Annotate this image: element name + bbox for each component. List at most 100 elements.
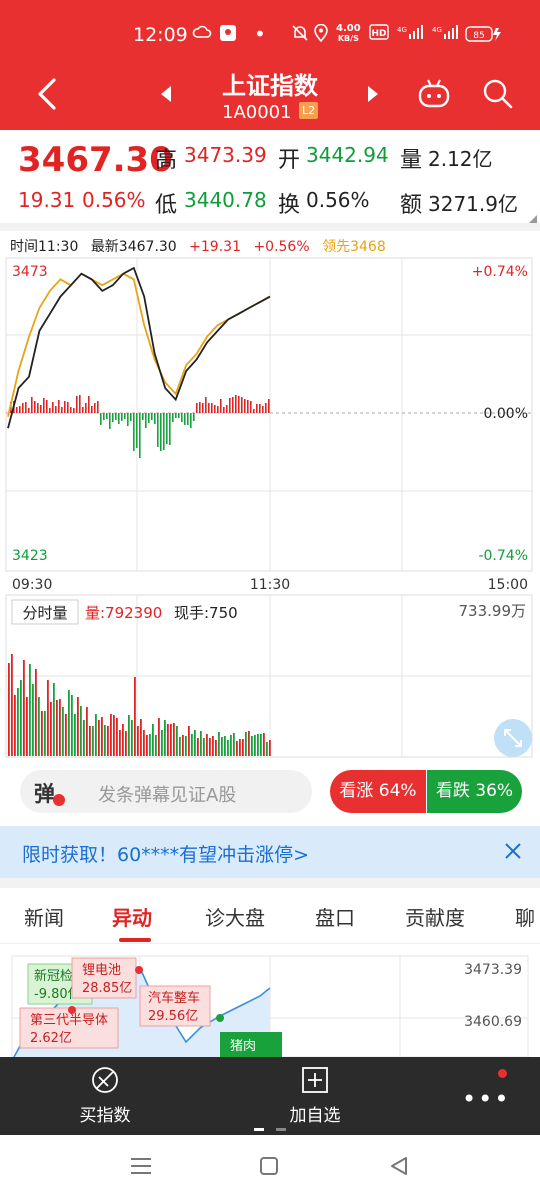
volume-bar (254, 735, 256, 756)
event-marker-3 (216, 1014, 224, 1022)
change-bar (67, 402, 69, 413)
volume-bar (224, 736, 226, 756)
volume-bar (44, 711, 46, 756)
volume-bar (11, 654, 13, 756)
volume-bar (203, 738, 205, 756)
volume-bar (269, 740, 271, 756)
volume-max-text: 733.99万 (459, 602, 527, 620)
divider-2 (0, 878, 540, 888)
volume-bar (53, 683, 55, 756)
add-watchlist-button[interactable]: 加自选 (270, 1065, 360, 1131)
home-icon[interactable] (259, 1156, 279, 1180)
volume-bar (173, 723, 175, 756)
current-hand-text: 现手:750 (174, 604, 238, 622)
volume-bar (32, 684, 34, 756)
change-bar (151, 413, 153, 420)
mute-bell-icon (292, 24, 308, 46)
y-high-label: 3473 (12, 264, 48, 280)
turnover-label: 换 (278, 193, 301, 218)
volume-bar (131, 720, 133, 756)
volume-bar (65, 714, 67, 756)
volume-bar (227, 740, 229, 756)
change-bar (157, 413, 159, 447)
bullish-button[interactable]: 看涨 64% (330, 770, 426, 813)
volume-text: 量:792390 (85, 604, 162, 622)
tab-movement[interactable]: 异动 (112, 902, 152, 931)
volume-bar (194, 730, 196, 756)
change-bar (178, 413, 180, 418)
net-speed: 4.00 KB/S (336, 24, 361, 44)
volume-chart[interactable]: 分时量 量:792390 现手:750 733.99万 (0, 594, 540, 760)
active-tab-indicator (119, 938, 151, 942)
bearish-button[interactable]: 看跌 36% (427, 770, 522, 813)
high-label: 高 (155, 148, 178, 173)
volume-bar (98, 720, 100, 756)
location-icon (314, 23, 328, 46)
intraday-price-chart[interactable]: 3473 3423 +0.74% 0.00% -0.74% 09:30 11:3… (0, 255, 540, 595)
tab-news[interactable]: 新闻 (24, 902, 64, 931)
change-bar (64, 401, 66, 413)
close-icon[interactable] (503, 841, 523, 866)
volume-bar (245, 732, 247, 756)
more-icon[interactable]: ••• (462, 1085, 510, 1113)
volume-bar (176, 726, 178, 756)
change-bar (256, 404, 258, 413)
change-bar (217, 406, 219, 413)
change-bar (148, 413, 150, 423)
volume-bar (182, 735, 184, 756)
amount-label: 额 (400, 193, 423, 218)
event-marker-1 (68, 1006, 76, 1014)
event-marker-2 (135, 966, 143, 974)
volume-bars (8, 654, 271, 756)
dot-icon: • (254, 22, 266, 46)
compass-icon (92, 1067, 118, 1093)
change-bar (166, 413, 168, 444)
change-bars (10, 395, 270, 458)
change-bar (265, 403, 267, 413)
change-bar (130, 413, 132, 421)
back-nav-icon[interactable] (389, 1156, 409, 1180)
change-bar (214, 405, 216, 413)
volume-value: 2.12亿 (428, 147, 493, 171)
svg-text:HD: HD (371, 29, 386, 39)
events-chart[interactable]: 3473.39 3460.69 新冠检测 -9.80亿 锂电池 28.85亿 汽… (0, 946, 540, 1057)
volume-bar (209, 738, 211, 756)
tab-diagnosis[interactable]: 诊大盘 (205, 902, 265, 931)
change-bar (55, 406, 57, 413)
change-bar (181, 413, 183, 422)
volume-bar (137, 726, 139, 756)
next-index-icon[interactable] (365, 84, 381, 108)
hd-icon: HD (369, 24, 389, 44)
change-bar (103, 413, 105, 420)
change-pct-text: +0.56% (253, 239, 310, 255)
change-bar (31, 397, 33, 413)
menu-icon[interactable] (130, 1157, 152, 1179)
volume-bar (215, 740, 217, 756)
change-bar (142, 413, 144, 420)
change-bar (229, 398, 231, 413)
volume-bar (143, 730, 145, 756)
tab-contribution[interactable]: 贡献度 (405, 902, 465, 931)
volume-bar (74, 714, 76, 756)
change-bar (175, 413, 177, 418)
svg-text:4G: 4G (397, 26, 407, 34)
volume-bar (260, 734, 262, 756)
change-bar (58, 400, 60, 413)
change-bar (259, 404, 261, 413)
change-bar (34, 401, 36, 413)
change-bar (190, 413, 192, 428)
search-icon[interactable] (482, 78, 514, 114)
change-bar (94, 403, 96, 413)
change-bar (199, 402, 201, 413)
price-change-pct: 0.56% (82, 188, 146, 212)
promo-banner[interactable]: 限时获取！60****有望冲击涨停> (0, 826, 540, 878)
change-bar (127, 413, 129, 426)
tab-order-book[interactable]: 盘口 (315, 902, 355, 931)
battery-icon: 85 (465, 26, 505, 46)
system-nav-bar (0, 1135, 540, 1200)
danmu-input[interactable]: 弹 发条弹幕见证A股 (20, 770, 312, 813)
buy-index-button[interactable]: 买指数 (60, 1065, 150, 1131)
tab-chat[interactable]: 聊 (515, 902, 535, 931)
robot-assistant-icon[interactable] (416, 76, 452, 114)
battery-level: 85 (473, 31, 484, 41)
